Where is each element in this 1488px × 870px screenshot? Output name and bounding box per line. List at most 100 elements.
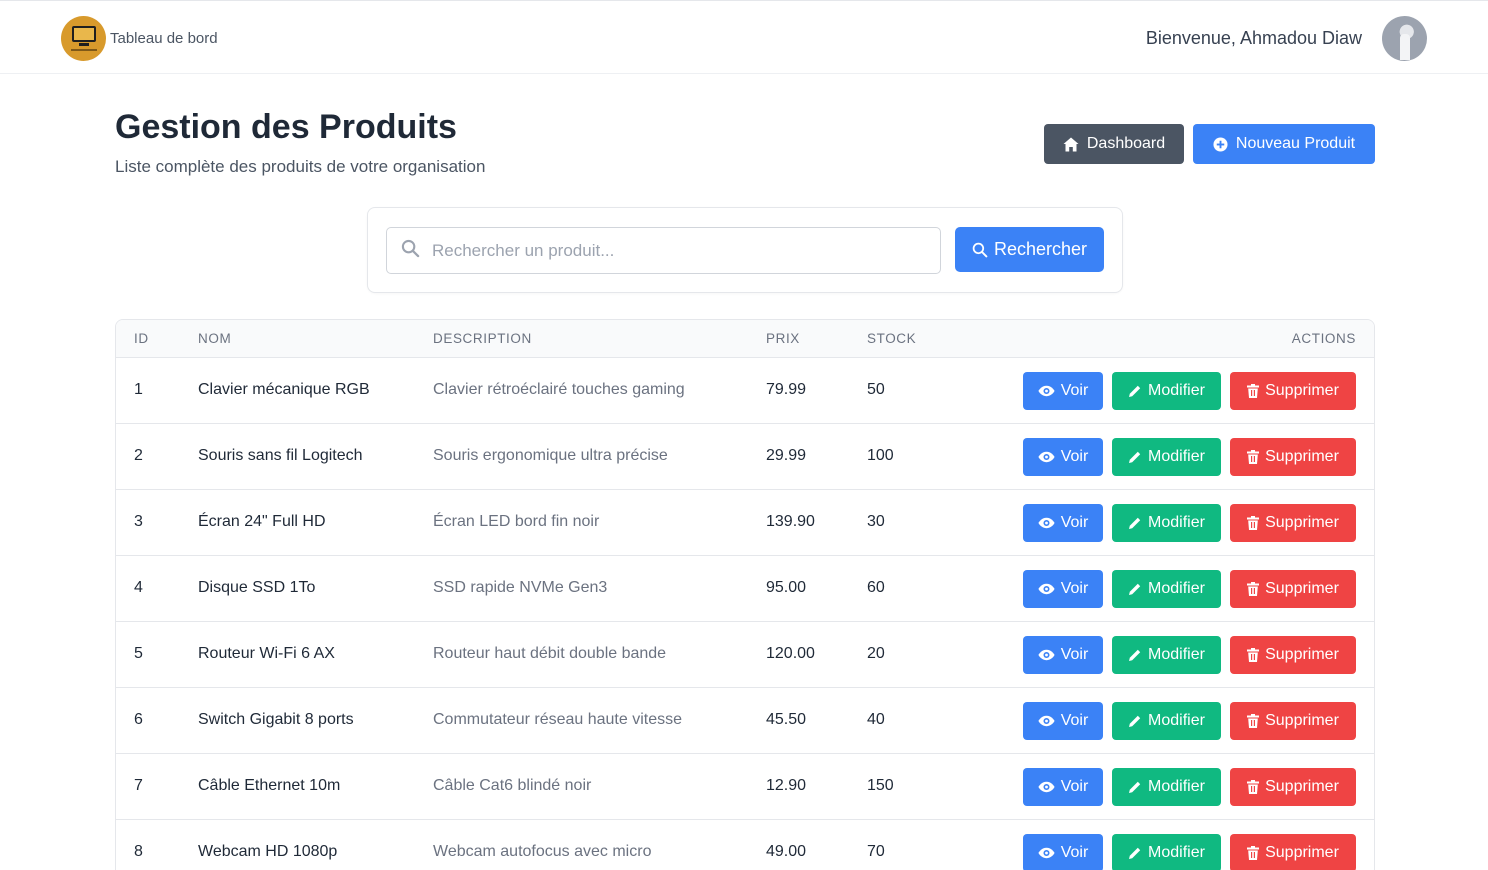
edit-button-label: Modifier (1148, 712, 1205, 729)
cell-prix: 79.99 (766, 381, 807, 398)
top-navbar: Tableau de bord Bienvenue, Ahmadou Diaw (0, 0, 1488, 74)
row-actions: Voir Modifier Supprimer (1023, 636, 1356, 674)
edit-button-label: Modifier (1148, 382, 1205, 399)
pencil-icon (1128, 714, 1142, 728)
delete-button[interactable]: Supprimer (1230, 702, 1356, 740)
edit-button[interactable]: Modifier (1112, 570, 1221, 608)
column-header-prix: PRIX (766, 331, 800, 346)
search-button-label: Rechercher (993, 239, 1088, 259)
delete-button[interactable]: Supprimer (1230, 570, 1356, 608)
edit-button[interactable]: Modifier (1112, 702, 1221, 740)
delete-button[interactable]: Supprimer (1230, 834, 1356, 870)
cell-id: 1 (134, 381, 143, 398)
plus-circle-icon (1213, 136, 1228, 152)
home-icon (1063, 137, 1079, 152)
view-button[interactable]: Voir (1023, 636, 1103, 674)
cell-prix: 120.00 (766, 645, 815, 662)
table-row: 8 Webcam HD 1080p Webcam autofocus avec … (116, 820, 1374, 870)
pencil-icon (1128, 648, 1142, 662)
search-card: Rechercher (367, 207, 1123, 293)
trash-icon (1247, 780, 1260, 794)
view-button[interactable]: Voir (1023, 504, 1103, 542)
column-header-stock: STOCK (867, 331, 917, 346)
delete-button[interactable]: Supprimer (1230, 504, 1356, 542)
trash-icon (1247, 516, 1260, 530)
new-product-button-label: Nouveau Produit (1235, 135, 1356, 152)
cell-stock: 50 (867, 381, 885, 398)
eye-icon (1038, 517, 1055, 529)
cell-nom: Webcam HD 1080p (198, 843, 338, 860)
view-button[interactable]: Voir (1023, 570, 1103, 608)
trash-icon (1247, 714, 1260, 728)
edit-button[interactable]: Modifier (1112, 438, 1221, 476)
cell-id: 3 (134, 513, 143, 530)
view-button[interactable]: Voir (1023, 834, 1103, 870)
edit-button[interactable]: Modifier (1112, 768, 1221, 806)
view-button[interactable]: Voir (1023, 702, 1103, 740)
edit-button[interactable]: Modifier (1112, 372, 1221, 410)
trash-icon (1247, 384, 1260, 398)
view-button[interactable]: Voir (1023, 372, 1103, 410)
table-row: 1 Clavier mécanique RGB Clavier rétroécl… (116, 358, 1374, 424)
column-header-description: DESCRIPTION (433, 331, 532, 346)
table-row: 6 Switch Gigabit 8 ports Commutateur rés… (116, 688, 1374, 754)
new-product-button[interactable]: Nouveau Produit (1193, 124, 1375, 164)
row-actions: Voir Modifier Supprimer (1023, 438, 1356, 476)
row-actions: Voir Modifier Supprimer (1023, 702, 1356, 740)
edit-button[interactable]: Modifier (1112, 636, 1221, 674)
view-button-label: Voir (1060, 448, 1089, 465)
table-header: ID NOM DESCRIPTION PRIX STOCK ACTIONS (116, 320, 1374, 358)
eye-icon (1038, 715, 1055, 727)
cell-prix: 49.00 (766, 843, 807, 860)
page-title: Gestion des Produits (115, 108, 457, 146)
delete-button[interactable]: Supprimer (1230, 636, 1356, 674)
view-button-label: Voir (1060, 712, 1089, 729)
user-avatar[interactable] (1382, 16, 1427, 61)
brand[interactable]: Tableau de bord (61, 16, 218, 61)
search-input[interactable] (432, 240, 912, 261)
edit-button-label: Modifier (1148, 778, 1205, 795)
dashboard-button[interactable]: Dashboard (1044, 124, 1184, 164)
view-button[interactable]: Voir (1023, 768, 1103, 806)
eye-icon (1038, 583, 1055, 595)
search-field[interactable] (386, 227, 941, 274)
table-body: 1 Clavier mécanique RGB Clavier rétroécl… (116, 358, 1374, 870)
edit-button-label: Modifier (1148, 514, 1205, 531)
cell-prix: 29.99 (766, 447, 807, 464)
column-header-id: ID (134, 331, 149, 346)
search-button[interactable]: Rechercher (955, 227, 1104, 272)
row-actions: Voir Modifier Supprimer (1023, 834, 1356, 870)
cell-prix: 95.00 (766, 579, 807, 596)
trash-icon (1247, 648, 1260, 662)
edit-button-label: Modifier (1148, 646, 1205, 663)
table-row: 3 Écran 24" Full HD Écran LED bord fin n… (116, 490, 1374, 556)
cell-nom: Switch Gigabit 8 ports (198, 711, 354, 728)
eye-icon (1038, 385, 1055, 397)
view-button[interactable]: Voir (1023, 438, 1103, 476)
table-row: 2 Souris sans fil Logitech Souris ergono… (116, 424, 1374, 490)
cell-id: 2 (134, 447, 143, 464)
delete-button-label: Supprimer (1265, 514, 1339, 531)
edit-button[interactable]: Modifier (1112, 834, 1221, 870)
table-row: 5 Routeur Wi-Fi 6 AX Routeur haut débit … (116, 622, 1374, 688)
monitor-logo-icon (61, 16, 106, 61)
brand-label[interactable]: Tableau de bord (110, 30, 218, 47)
cell-nom: Disque SSD 1To (198, 579, 316, 596)
pencil-icon (1128, 450, 1142, 464)
cell-prix: 139.90 (766, 513, 815, 530)
table-row: 4 Disque SSD 1To SSD rapide NVMe Gen3 95… (116, 556, 1374, 622)
column-header-actions: ACTIONS (1291, 331, 1356, 346)
cell-prix: 12.90 (766, 777, 807, 794)
cell-description: Clavier rétroéclairé touches gaming (433, 381, 685, 398)
view-button-label: Voir (1060, 646, 1089, 663)
delete-button[interactable]: Supprimer (1230, 438, 1356, 476)
cell-stock: 70 (867, 843, 885, 860)
trash-icon (1247, 582, 1260, 596)
delete-button[interactable]: Supprimer (1230, 768, 1356, 806)
delete-button[interactable]: Supprimer (1230, 372, 1356, 410)
eye-icon (1038, 649, 1055, 661)
cell-id: 7 (134, 777, 143, 794)
cell-nom: Routeur Wi-Fi 6 AX (198, 645, 335, 662)
page-subtitle: Liste complète des produits de votre org… (115, 157, 486, 176)
edit-button[interactable]: Modifier (1112, 504, 1221, 542)
